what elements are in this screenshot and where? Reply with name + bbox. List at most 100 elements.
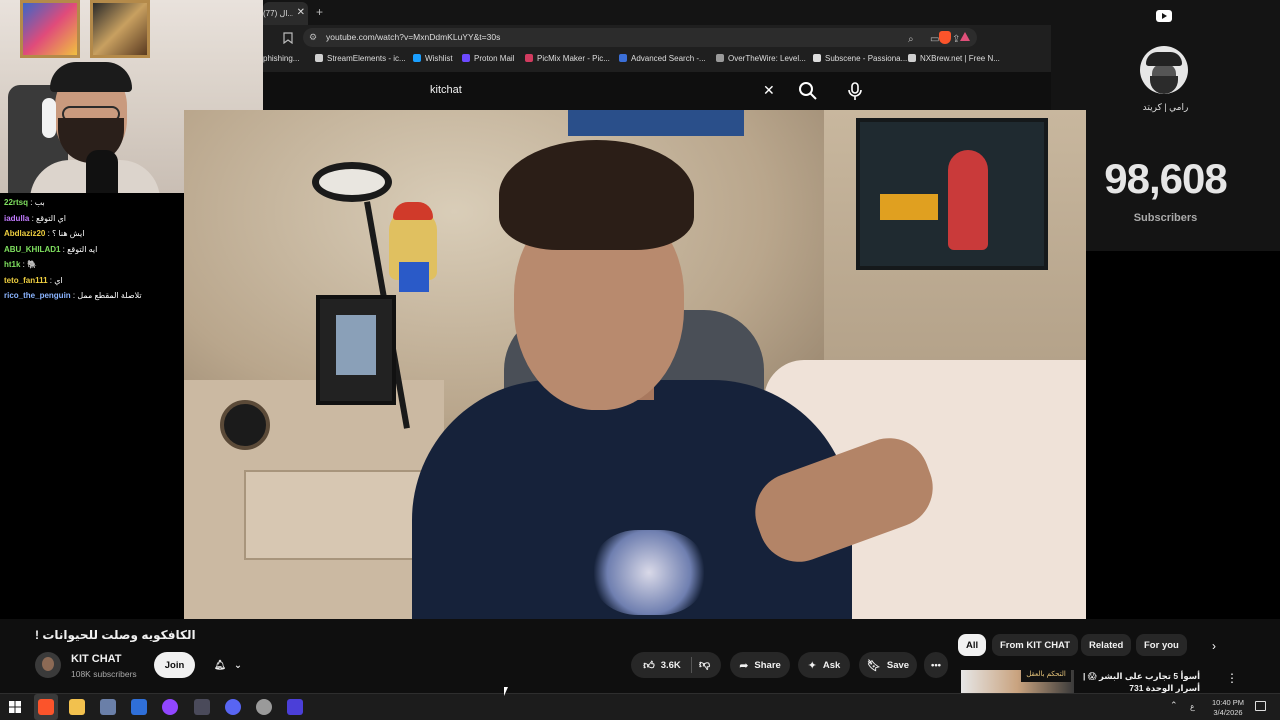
like-icon[interactable]: 👍︎	[643, 659, 655, 672]
tab-strip: (77) ال... ✕ +	[263, 0, 1051, 25]
voice-search-icon[interactable]	[845, 81, 865, 101]
search-input[interactable]: kitchat ✕	[418, 78, 788, 104]
bookmark-item[interactable]: Advanced Search -...	[619, 54, 706, 63]
calendar-icon[interactable]	[131, 699, 147, 715]
microphone	[86, 150, 118, 193]
chevron-down-icon: ⌄	[234, 659, 243, 671]
bookmark-item[interactable]: Proton Mail	[462, 54, 514, 63]
clock-date[interactable]: 3/4/2026	[1205, 708, 1251, 717]
headset	[42, 98, 56, 138]
chat-username[interactable]: Abdlaziz20	[4, 229, 45, 238]
bookmark-label: Proton Mail	[474, 54, 515, 63]
bookmark-item[interactable]: Wishlist	[413, 54, 453, 63]
site-info-icon[interactable]: ⚙	[309, 32, 317, 43]
address-bar-row: ⚙ youtube.com/watch?v=MxnDdmKLuYY&t=30s …	[263, 26, 1051, 49]
channel-avatar[interactable]	[35, 652, 61, 678]
new-tab-button[interactable]: +	[316, 5, 323, 19]
url-text: youtube.com/watch?v=MxnDdmKLuYY&t=30s	[326, 32, 501, 42]
bookmark-label: OverTheWire: Level...	[728, 54, 806, 63]
save-button[interactable]: 🔖︎ Save	[859, 652, 917, 678]
browser-tab[interactable]: (77) ال... ✕	[263, 2, 308, 25]
ask-button[interactable]: ✦ Ask	[798, 652, 850, 678]
youtube-masthead: kitchat ✕	[263, 72, 1051, 110]
youtube-logo-icon	[1156, 10, 1172, 22]
drawer	[244, 470, 424, 560]
sparkle-icon: ✦	[807, 659, 817, 672]
tab-title: (77) ال...	[263, 9, 293, 18]
chat-username[interactable]: 22rtsq	[4, 198, 28, 207]
chevron-right-icon[interactable]: ›	[1212, 639, 1216, 653]
favicon-icon	[813, 54, 821, 62]
bookmark-item[interactable]: NXBrew.net | Free N...	[908, 54, 1000, 63]
plush-toy	[389, 202, 437, 292]
bookmark-icon[interactable]	[283, 32, 293, 44]
streamer-cap	[50, 62, 132, 92]
favicon-icon	[413, 54, 421, 62]
notifications-button[interactable]: 🔔︎ ⌄	[204, 652, 252, 678]
bookmark-item[interactable]: Subscene - Passiona...	[813, 54, 907, 63]
app-dark-icon[interactable]	[194, 699, 210, 715]
wall-poster	[90, 0, 150, 58]
taskbar: ⌃ ع 10:40 PM 3/4/2026	[0, 693, 1280, 720]
favicon-icon	[716, 54, 724, 62]
channel-subscribers: 108K subscribers	[71, 669, 137, 679]
watch-metadata: الكافكويه وصلت للحيوانات ! KIT CHAT 108K…	[0, 619, 1280, 705]
chat-username[interactable]: ht1k	[4, 260, 20, 269]
url-bar[interactable]: ⚙ youtube.com/watch?v=MxnDdmKLuYY&t=30s …	[303, 28, 977, 47]
like-count[interactable]: 3.6K	[661, 660, 681, 671]
recommendation-thumbnail[interactable]: التحكم بالعقل	[961, 670, 1074, 694]
zoom-icon[interactable]: ⌕	[908, 34, 914, 45]
clock-time[interactable]: 10:40 PM	[1205, 698, 1251, 707]
channel-name[interactable]: KIT CHAT	[71, 653, 122, 665]
bookmark-item[interactable]: phishing...	[263, 54, 299, 63]
more-horizontal-icon: •••	[931, 659, 941, 671]
brave-rewards-icon[interactable]	[960, 32, 970, 41]
join-button[interactable]: Join	[154, 652, 195, 678]
chip-all[interactable]: All	[958, 634, 987, 656]
wall-poster	[568, 110, 744, 136]
tab-close-icon[interactable]: ✕	[297, 7, 305, 18]
chat-username[interactable]: iadulla	[4, 214, 29, 223]
brave-shields-icon[interactable]	[939, 31, 951, 44]
obs-icon[interactable]	[256, 699, 272, 715]
chat-text: تلاصلة المقطع ممل	[77, 291, 142, 300]
thumbnail-text: التحكم بالعقل	[1021, 670, 1071, 682]
notification-icon[interactable]	[1255, 701, 1266, 711]
input-language[interactable]: ع	[1190, 702, 1195, 711]
chat-message: 22rtsq : بب	[4, 198, 45, 207]
twitch-icon[interactable]	[162, 699, 178, 715]
search-icon[interactable]	[798, 81, 818, 101]
chat-text: ايه التوقع	[67, 244, 98, 254]
person-hair	[499, 140, 694, 250]
media-player-icon[interactable]	[287, 699, 303, 715]
stream-chat: 22rtsq : بب iadulla : اي التوقع Abdlaziz20…	[0, 193, 184, 619]
chat-text: اي التوقع	[36, 213, 67, 223]
chat-username[interactable]: teto_fan111	[4, 276, 48, 285]
clear-search-icon[interactable]: ✕	[763, 82, 775, 99]
bookmark-item[interactable]: OverTheWire: Level...	[716, 54, 806, 63]
chip-related[interactable]: Related	[1081, 634, 1132, 656]
more-actions-button[interactable]: •••	[924, 652, 948, 678]
wall-poster	[20, 0, 80, 58]
brave-icon[interactable]	[38, 699, 54, 715]
chip-from-channel[interactable]: From KIT CHAT	[992, 634, 1079, 656]
chat-username[interactable]: rico_the_penguin	[4, 291, 71, 300]
bookmark-item[interactable]: StreamElements - ic...	[315, 54, 406, 63]
video-player[interactable]	[184, 110, 1086, 619]
tray-expand-icon[interactable]: ⌃	[1170, 700, 1178, 711]
chat-text: 🐘	[27, 260, 38, 269]
dislike-icon[interactable]: 👎︎	[699, 658, 710, 671]
shirt-graphic	[594, 530, 704, 615]
more-vertical-icon[interactable]: ⋮	[1226, 671, 1238, 685]
windows-start-icon[interactable]	[9, 701, 21, 713]
printer-icon[interactable]	[100, 699, 116, 715]
share-button[interactable]: ➦ Share	[730, 652, 790, 678]
bookmark-label: Advanced Search -...	[631, 54, 706, 63]
discord-icon[interactable]	[225, 699, 241, 715]
file-explorer-icon[interactable]	[69, 699, 85, 715]
bookmark-item[interactable]: PicMix Maker - Pic...	[525, 54, 610, 63]
divider	[691, 657, 692, 673]
chip-for-you[interactable]: For you	[1136, 634, 1187, 656]
chat-text: اي	[54, 275, 63, 285]
chat-username[interactable]: ABU_KHILAD1	[4, 245, 60, 254]
